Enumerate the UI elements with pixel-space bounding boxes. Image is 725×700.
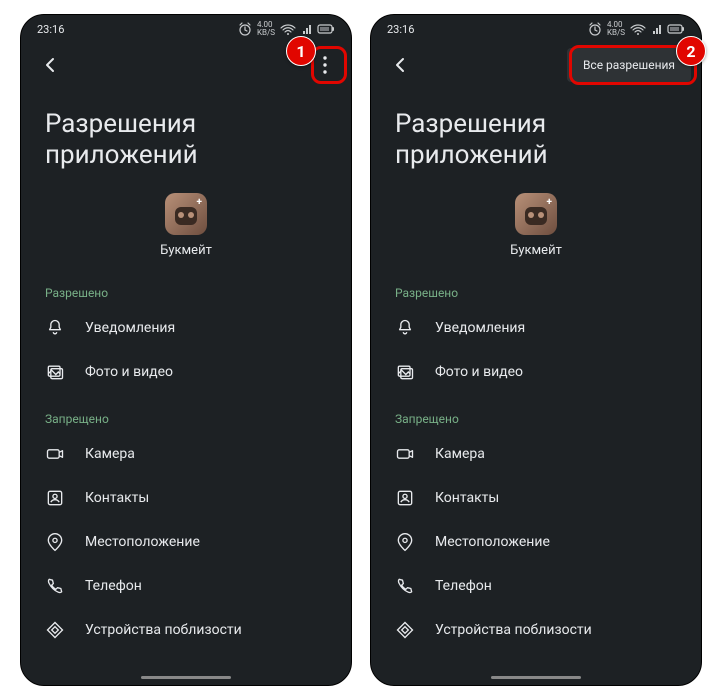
wifi-icon bbox=[279, 22, 297, 36]
permission-label: Устройства поблизости bbox=[435, 622, 592, 638]
permission-item-bell[interactable]: Уведомления bbox=[21, 306, 351, 350]
permission-item-bell[interactable]: Уведомления bbox=[371, 306, 701, 350]
location-icon bbox=[45, 532, 65, 552]
permission-label: Фото и видео bbox=[435, 364, 523, 380]
permission-label: Камера bbox=[435, 446, 485, 462]
bell-icon bbox=[395, 318, 415, 338]
section-denied: Запрещено bbox=[371, 394, 701, 432]
permission-item-nearby[interactable]: Устройства поблизости bbox=[371, 608, 701, 652]
permission-label: Телефон bbox=[85, 578, 142, 594]
status-icons: 4.00KB/S bbox=[237, 21, 335, 37]
app-header: + Букмейт bbox=[21, 181, 351, 268]
photo-icon bbox=[45, 362, 65, 382]
permission-item-nearby[interactable]: Устройства поблизости bbox=[21, 608, 351, 652]
permission-item-photo[interactable]: Фото и видео bbox=[371, 350, 701, 394]
permission-label: Местоположение bbox=[435, 534, 550, 550]
permission-item-contacts[interactable]: Контакты bbox=[371, 476, 701, 520]
bell-icon bbox=[45, 318, 65, 338]
section-denied: Запрещено bbox=[21, 394, 351, 432]
signal-icon bbox=[651, 22, 663, 36]
back-button[interactable] bbox=[37, 51, 65, 79]
battery-icon bbox=[667, 21, 685, 37]
permission-label: Телефон bbox=[435, 578, 492, 594]
callout-badge-2: 2 bbox=[676, 36, 706, 66]
clock: 23:16 bbox=[387, 23, 414, 36]
signal-icon bbox=[301, 22, 313, 36]
phone-screen-1: 23:16 4.00KB/S Разрешения приложений + Б… bbox=[20, 14, 352, 686]
permission-item-camera[interactable]: Камера bbox=[371, 432, 701, 476]
alarm-icon bbox=[237, 21, 253, 37]
page-title: Разрешения приложений bbox=[21, 87, 351, 181]
app-name: Букмейт bbox=[160, 243, 212, 258]
home-indicator bbox=[141, 676, 231, 679]
permission-item-camera[interactable]: Камера bbox=[21, 432, 351, 476]
contacts-icon bbox=[45, 488, 65, 508]
battery-icon bbox=[317, 21, 335, 37]
permission-label: Уведомления bbox=[435, 320, 525, 336]
wifi-icon bbox=[629, 22, 647, 36]
alarm-icon bbox=[587, 21, 603, 37]
camera-icon bbox=[395, 444, 415, 464]
menu-item-all-permissions[interactable]: Все разрешения bbox=[567, 48, 691, 82]
app-icon: + bbox=[165, 193, 207, 235]
status-bar: 23:16 4.00KB/S bbox=[371, 15, 701, 43]
status-icons: 4.00KB/S bbox=[587, 21, 685, 37]
back-button[interactable] bbox=[387, 51, 415, 79]
app-header: + Букмейт bbox=[371, 181, 701, 268]
permission-item-location[interactable]: Местоположение bbox=[21, 520, 351, 564]
permission-label: Уведомления bbox=[85, 320, 175, 336]
home-indicator bbox=[491, 676, 581, 679]
permission-label: Контакты bbox=[435, 490, 499, 506]
phone-screen-2: 23:16 4.00KB/S Все разрешения Разрешения… bbox=[370, 14, 702, 686]
phone-icon bbox=[395, 576, 415, 596]
callout-badge-1: 1 bbox=[286, 36, 316, 66]
location-icon bbox=[395, 532, 415, 552]
page-title: Разрешения приложений bbox=[371, 87, 701, 181]
section-allowed: Разрешено bbox=[371, 268, 701, 306]
permission-item-location[interactable]: Местоположение bbox=[371, 520, 701, 564]
app-icon: + bbox=[515, 193, 557, 235]
permission-label: Местоположение bbox=[85, 534, 200, 550]
photo-icon bbox=[395, 362, 415, 382]
more-vert-icon bbox=[313, 53, 337, 77]
contacts-icon bbox=[395, 488, 415, 508]
permission-item-photo[interactable]: Фото и видео bbox=[21, 350, 351, 394]
clock: 23:16 bbox=[37, 23, 64, 36]
permission-label: Камера bbox=[85, 446, 135, 462]
app-name: Букмейт bbox=[510, 243, 562, 258]
back-arrow-icon bbox=[389, 53, 413, 77]
permission-label: Устройства поблизости bbox=[85, 622, 242, 638]
permission-item-phone[interactable]: Телефон bbox=[21, 564, 351, 608]
phone-icon bbox=[45, 576, 65, 596]
nearby-icon bbox=[395, 620, 415, 640]
permission-label: Контакты bbox=[85, 490, 149, 506]
permission-item-contacts[interactable]: Контакты bbox=[21, 476, 351, 520]
section-allowed: Разрешено bbox=[21, 268, 351, 306]
camera-icon bbox=[45, 444, 65, 464]
top-app-bar: Все разрешения bbox=[371, 43, 701, 87]
back-arrow-icon bbox=[39, 53, 63, 77]
permission-item-phone[interactable]: Телефон bbox=[371, 564, 701, 608]
nearby-icon bbox=[45, 620, 65, 640]
permission-label: Фото и видео bbox=[85, 364, 173, 380]
